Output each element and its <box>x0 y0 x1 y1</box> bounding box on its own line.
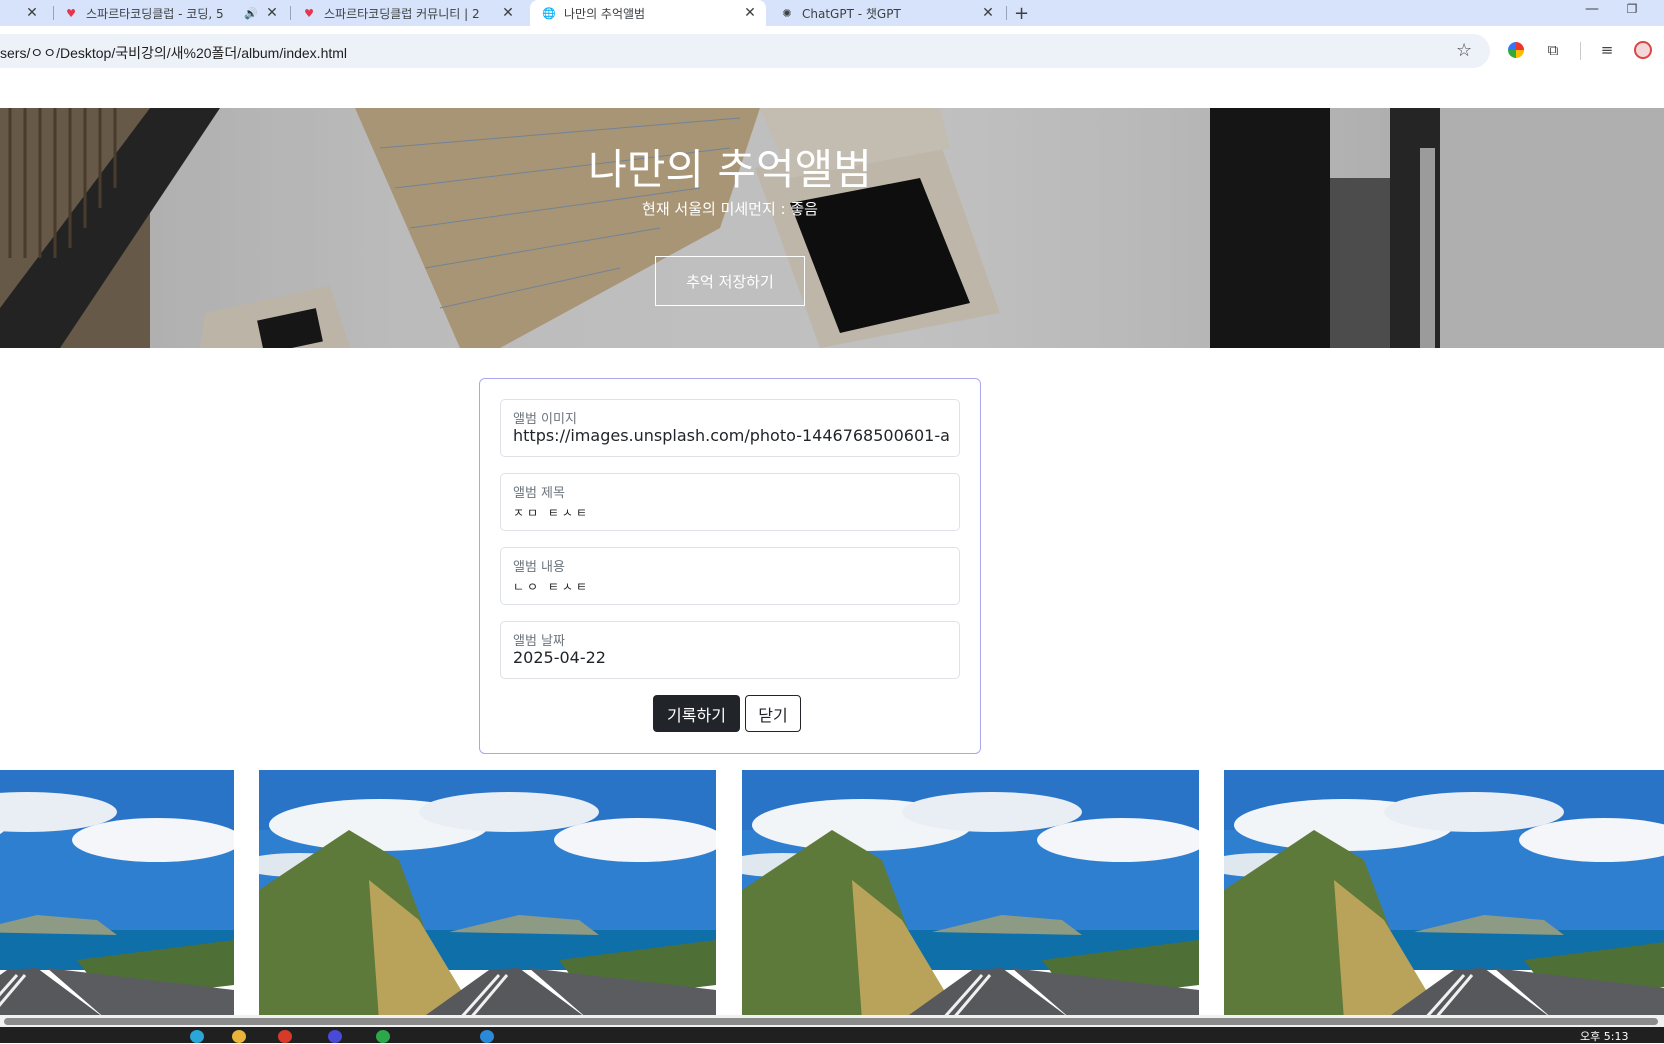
album-card[interactable] <box>0 770 234 1020</box>
album-form-card: 앨범 이미지 https://images.unsplash.com/photo… <box>479 378 981 754</box>
tab-chatgpt[interactable]: ✺ ChatGPT - 챗GPT ✕ <box>780 0 1000 26</box>
page-viewport: 나만의 추억앨범 현재 서울의 미세먼지 : 좋음 추억 저장하기 앨범 이미지… <box>0 74 1664 1027</box>
address-bar[interactable]: sers/ㅇㅇ/Desktop/국비강의/새%20폴더/album/index.… <box>0 34 1490 68</box>
tab-sparta-coding[interactable]: ♥ 스파르타코딩클럽 - 코딩, 5 🔊 ✕ <box>64 0 284 26</box>
album-date-input[interactable]: 2025-04-22 <box>513 648 949 667</box>
close-button[interactable]: 닫기 <box>745 695 801 732</box>
profile-icon[interactable] <box>1632 39 1654 61</box>
playlist-icon[interactable]: ≡ <box>1596 39 1618 61</box>
close-icon[interactable]: ✕ <box>264 5 280 21</box>
taskbar-app-icon[interactable] <box>190 1030 204 1043</box>
taskbar-app-icon[interactable] <box>480 1030 494 1043</box>
album-card-image <box>259 770 716 1020</box>
minimize-icon[interactable]: — <box>1580 0 1604 24</box>
album-card-image <box>742 770 1199 1020</box>
tab-title: ChatGPT - 챗GPT <box>802 6 901 21</box>
color-extension-icon[interactable] <box>1505 39 1527 61</box>
record-button[interactable]: 기록하기 <box>653 695 740 732</box>
album-card[interactable] <box>742 770 1199 1020</box>
album-card-image <box>1224 770 1664 1020</box>
browser-toolbar: sers/ㅇㅇ/Desktop/국비강의/새%20폴더/album/index.… <box>0 26 1664 74</box>
field-label: 앨범 이미지 <box>513 412 577 427</box>
album-image-field[interactable]: 앨범 이미지 https://images.unsplash.com/photo… <box>500 399 960 457</box>
star-icon[interactable]: ☆ <box>1456 40 1472 61</box>
globe-icon: 🌐 <box>542 6 556 20</box>
close-icon[interactable]: ✕ <box>742 5 758 21</box>
taskbar-app-icon[interactable] <box>376 1030 390 1043</box>
album-content-input[interactable]: ㄴㅇ ㅌㅅㅌ <box>513 578 949 595</box>
album-title-input[interactable]: ㅈㅁ ㅌㅅㅌ <box>513 504 949 521</box>
tab-divider <box>53 6 54 20</box>
fine-dust-status: 현재 서울의 미세먼지 : 좋음 <box>642 200 818 218</box>
album-date-field[interactable]: 앨범 날짜 2025-04-22 <box>500 621 960 679</box>
clock[interactable]: 오후 5:13 <box>1580 1028 1628 1044</box>
tab-my-album[interactable]: 🌐 나만의 추억앨범 ✕ <box>530 0 766 26</box>
restore-icon[interactable]: ❐ <box>1620 0 1644 24</box>
puzzle-icon[interactable]: ⧉ <box>1542 39 1564 61</box>
tab-title: 나만의 추억앨범 <box>564 6 646 21</box>
tab-strip: ✕ ♥ 스파르타코딩클럽 - 코딩, 5 🔊 ✕ ♥ 스파르타코딩클럽 커뮤니티… <box>0 0 1664 26</box>
os-taskbar: 오후 5:13 <box>0 1027 1664 1043</box>
horizontal-scrollbar[interactable] <box>0 1015 1664 1027</box>
toolbar-divider <box>1580 42 1581 60</box>
close-icon[interactable]: ✕ <box>500 5 516 21</box>
album-card[interactable] <box>259 770 716 1020</box>
url-text[interactable]: sers/ㅇㅇ/Desktop/국비강의/새%20폴더/album/index.… <box>0 43 347 63</box>
chatgpt-icon: ✺ <box>782 6 792 20</box>
tab-title: 스파르타코딩클럽 커뮤니티 | 2 <box>324 6 480 21</box>
chrome-icon[interactable] <box>278 1030 292 1043</box>
album-image-input[interactable]: https://images.unsplash.com/photo-144676… <box>513 426 949 445</box>
hero-banner: 나만의 추억앨범 현재 서울의 미세먼지 : 좋음 추억 저장하기 <box>0 108 1664 348</box>
tab-divider <box>1006 6 1007 20</box>
field-label: 앨범 날짜 <box>513 634 565 649</box>
album-content-field[interactable]: 앨범 내용 ㄴㅇ ㅌㅅㅌ <box>500 547 960 605</box>
tab-divider <box>290 6 291 20</box>
tab-title: 스파르타코딩클럽 - 코딩, 5 <box>86 6 224 21</box>
folder-icon[interactable] <box>232 1030 246 1043</box>
album-card[interactable] <box>1224 770 1664 1020</box>
speaker-icon[interactable]: 🔊 <box>244 7 258 20</box>
save-memory-button[interactable]: 추억 저장하기 <box>655 256 805 306</box>
sparta-heart-icon: ♥ <box>304 6 314 20</box>
close-icon[interactable]: ✕ <box>980 5 996 21</box>
tab-sparta-community[interactable]: ♥ 스파르타코딩클럽 커뮤니티 | 2 ✕ <box>302 0 520 26</box>
taskbar-app-icon[interactable] <box>328 1030 342 1043</box>
sparta-heart-icon: ♥ <box>66 6 76 20</box>
field-label: 앨범 내용 <box>513 560 565 575</box>
hero-title: 나만의 추억앨범 <box>588 145 872 194</box>
close-icon[interactable]: ✕ <box>24 5 40 21</box>
album-title-field[interactable]: 앨범 제목 ㅈㅁ ㅌㅅㅌ <box>500 473 960 531</box>
scrollbar-thumb[interactable] <box>4 1018 1658 1025</box>
album-card-image <box>0 770 234 1020</box>
tab-0[interactable]: ✕ <box>0 0 48 26</box>
field-label: 앨범 제목 <box>513 486 565 501</box>
new-tab-icon[interactable]: + <box>1014 0 1034 26</box>
